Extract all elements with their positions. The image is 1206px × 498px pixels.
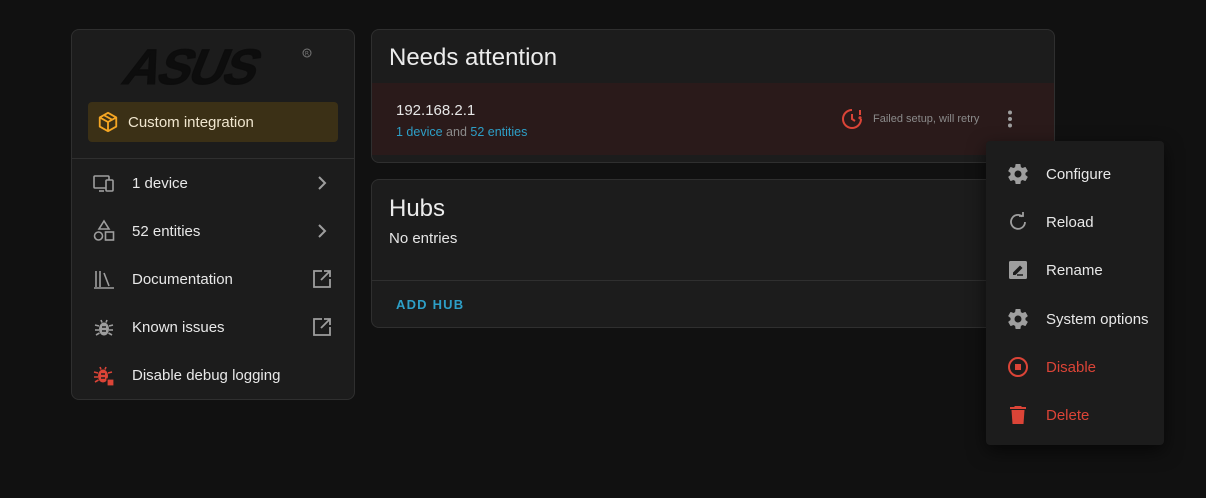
menu-item-label: Rename xyxy=(1046,261,1103,279)
menu-item-delete[interactable]: Delete xyxy=(986,391,1164,439)
asus-logo: ASUS R xyxy=(114,44,314,88)
custom-integration-label: Custom integration xyxy=(128,113,254,131)
status-indicator: Failed setup, will retry xyxy=(840,107,979,131)
rename-box-icon xyxy=(1006,258,1030,282)
documentation-label: Documentation xyxy=(132,270,233,288)
divider xyxy=(372,280,1054,281)
alert-clock-icon xyxy=(840,107,864,131)
chevron-right-icon xyxy=(310,219,334,243)
disable-debug-logging-label: Disable debug logging xyxy=(132,366,281,384)
menu-item-system-options[interactable]: System options xyxy=(986,295,1164,343)
reload-icon xyxy=(1006,210,1030,234)
custom-integration-badge: Custom integration xyxy=(88,102,338,142)
menu-item-rename[interactable]: Rename xyxy=(986,246,1164,294)
needs-attention-title: Needs attention xyxy=(389,44,558,71)
documentation-row[interactable]: Documentation xyxy=(72,255,354,303)
gear-icon xyxy=(1006,307,1030,331)
menu-item-label: Reload xyxy=(1046,213,1094,231)
entities-label: 52 entities xyxy=(132,222,201,240)
devices-label: 1 device xyxy=(132,174,188,192)
bug-stop-icon xyxy=(92,363,116,387)
config-entry-row[interactable]: 192.168.2.1 1 device and 52 entities Fai… xyxy=(372,83,1054,155)
chevron-right-icon xyxy=(310,171,334,195)
menu-item-reload[interactable]: Reload xyxy=(986,198,1164,246)
book-shelf-icon xyxy=(92,267,116,291)
known-issues-row[interactable]: Known issues xyxy=(72,303,354,351)
integration-info-card: ASUS R Custom integration 1 device 52 en… xyxy=(71,29,355,400)
status-text: Failed setup, will retry xyxy=(873,113,980,125)
menu-item-label: Configure xyxy=(1046,165,1112,183)
menu-item-label: Disable xyxy=(1046,358,1097,376)
more-vertical-icon[interactable] xyxy=(998,107,1022,131)
add-hub-button[interactable]: ADD HUB xyxy=(396,297,464,312)
package-icon xyxy=(97,111,119,133)
svg-text:R: R xyxy=(305,51,309,58)
gear-icon xyxy=(1006,162,1030,186)
open-in-new-icon xyxy=(310,267,334,291)
entities-row[interactable]: 52 entities xyxy=(72,207,354,255)
no-entries-text: No entries xyxy=(389,230,458,247)
open-in-new-icon xyxy=(310,315,334,339)
entry-host: 192.168.2.1 xyxy=(396,102,476,119)
devices-row[interactable]: 1 device xyxy=(72,159,354,207)
hubs-card: Hubs No entries ADD HUB xyxy=(371,179,1055,328)
logo-wordmark: ASUS xyxy=(115,44,269,88)
disable-debug-logging-row[interactable]: Disable debug logging xyxy=(72,351,354,399)
needs-attention-card: Needs attention 192.168.2.1 1 device and… xyxy=(371,29,1055,163)
devices-link[interactable]: 1 device xyxy=(396,125,443,139)
stop-circle-icon xyxy=(1006,355,1030,379)
entities-link[interactable]: 52 entities xyxy=(470,125,527,139)
menu-item-disable[interactable]: Disable xyxy=(986,343,1164,391)
hubs-title: Hubs xyxy=(389,195,446,222)
shapes-icon xyxy=(92,219,116,243)
devices-icon xyxy=(92,171,116,195)
menu-item-label: System options xyxy=(1046,310,1149,328)
overflow-menu: Configure Reload Rename System options D… xyxy=(986,141,1164,445)
menu-item-label: Delete xyxy=(1046,406,1090,424)
and-text: and xyxy=(442,125,471,139)
entry-summary: 1 device and 52 entities xyxy=(396,125,527,139)
trash-icon xyxy=(1006,403,1030,427)
bug-icon xyxy=(92,315,116,339)
menu-item-configure[interactable]: Configure xyxy=(986,150,1164,198)
known-issues-label: Known issues xyxy=(132,318,225,336)
